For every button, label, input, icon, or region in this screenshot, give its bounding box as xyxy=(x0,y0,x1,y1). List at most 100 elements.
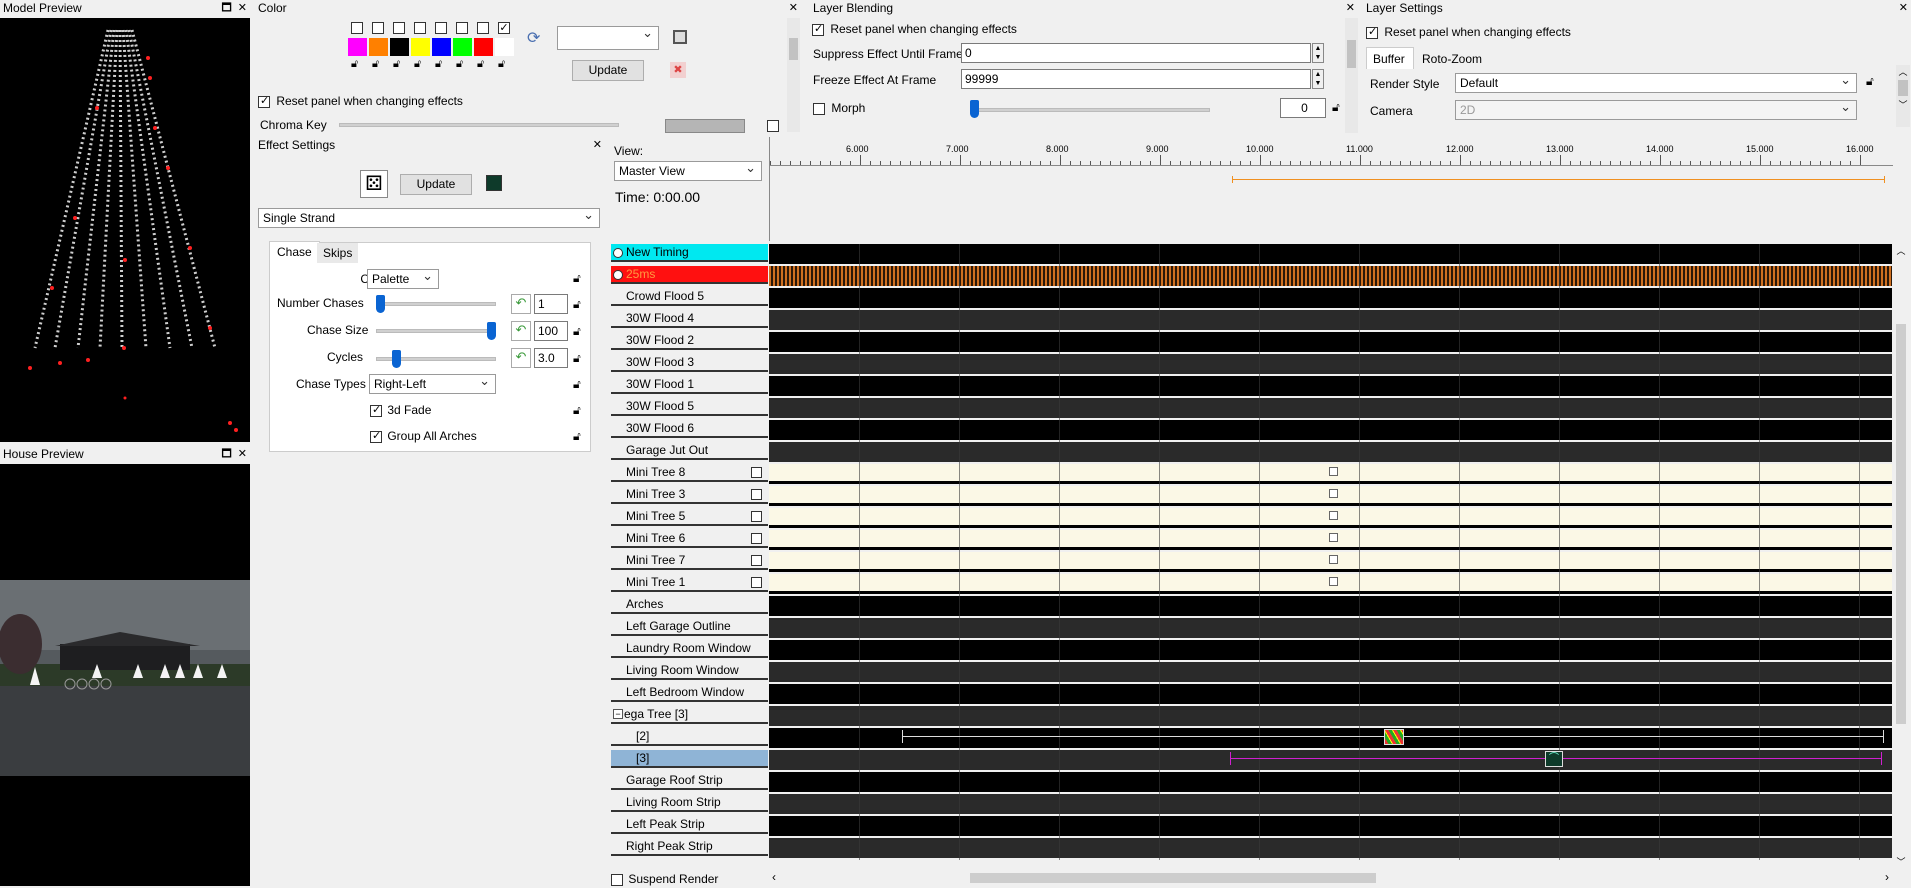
row-label[interactable]: 30W Flood 2 xyxy=(611,332,768,350)
row-effect-lane[interactable] xyxy=(769,420,1892,440)
timeline-horizontal-scrollbar[interactable]: ‹ › xyxy=(769,870,1892,886)
row-effect-lane[interactable] xyxy=(769,310,1892,330)
row-effect-lane[interactable] xyxy=(769,442,1892,462)
house-preview-canvas[interactable] xyxy=(0,464,250,886)
close-icon[interactable]: ✕ xyxy=(1899,2,1908,14)
timeline-vertical-scrollbar[interactable]: ︿ ﹀ xyxy=(1893,244,1909,868)
row-label[interactable]: Mini Tree 6 xyxy=(611,530,768,548)
row-marker-icon[interactable] xyxy=(1329,467,1338,476)
chase-size-track[interactable] xyxy=(376,329,496,333)
blending-reset-checkbox[interactable] xyxy=(812,22,824,36)
palette-checkbox-4[interactable] xyxy=(414,22,426,34)
chase-types-select[interactable]: Right-Left xyxy=(369,374,496,394)
palette-swatch-6[interactable] xyxy=(453,38,472,56)
timeline-ruler[interactable]: 6.000 7.000 8.000 9.000 10.000 11.000 12.000 13… xyxy=(769,137,1893,241)
row-effect-lane[interactable] xyxy=(769,398,1892,418)
play-range-marker[interactable] xyxy=(1232,176,1885,183)
morph-slider-track[interactable] xyxy=(970,108,1210,112)
row-render-checkbox[interactable] xyxy=(751,489,762,500)
palette-lock-icon[interactable]: 🔓︎ xyxy=(456,58,463,71)
palette-lock-icon[interactable]: 🔓︎ xyxy=(372,58,379,71)
tab-chase[interactable]: Chase xyxy=(269,241,320,262)
row-effect-lane[interactable] xyxy=(769,706,1892,726)
number-chases-track[interactable] xyxy=(376,302,496,306)
palette-swatch-4[interactable] xyxy=(411,38,430,56)
palette-lock-icon[interactable]: 🔓︎ xyxy=(435,58,442,71)
model-preview-canvas[interactable] xyxy=(0,18,250,442)
row-label[interactable]: 30W Flood 3 xyxy=(611,354,768,372)
number-chases-thumb[interactable] xyxy=(376,295,385,313)
chase-size-thumb[interactable] xyxy=(487,322,496,340)
row-label[interactable]: Mini Tree 5 xyxy=(611,508,768,526)
palette-swatch-8[interactable] xyxy=(495,38,514,56)
close-icon[interactable]: ✕ xyxy=(789,2,798,14)
chroma-checkbox[interactable] xyxy=(767,120,779,132)
single-strand-effect-icon[interactable] xyxy=(1384,729,1404,745)
tab-buffer[interactable]: Buffer xyxy=(1366,47,1414,69)
morph-checkbox[interactable] xyxy=(813,102,825,115)
row-effect-lane[interactable] xyxy=(769,288,1892,308)
palette-lock-icon[interactable]: 🔓︎ xyxy=(414,58,421,71)
maximize-icon[interactable]: 🗖 xyxy=(221,448,231,460)
refresh-palette-icon[interactable]: ⟳ xyxy=(527,28,540,48)
color-update-button[interactable]: Update xyxy=(572,60,644,81)
row-label[interactable]: Left Garage Outline xyxy=(611,618,768,636)
row-marker-icon[interactable] xyxy=(1329,489,1338,498)
palette-checkbox-2[interactable] xyxy=(372,22,384,34)
row-effect-lane[interactable] xyxy=(769,772,1892,792)
palette-lock-icon[interactable]: 🔓︎ xyxy=(477,58,484,71)
palette-checkbox-3[interactable] xyxy=(393,22,405,34)
freeze-input[interactable]: 99999 xyxy=(961,69,1311,89)
color-scrollbar[interactable] xyxy=(787,18,800,132)
chase-size-vc-icon[interactable]: ↶ xyxy=(511,321,531,341)
cycles-input[interactable]: 3.0 xyxy=(534,348,568,368)
morph-value-input[interactable]: 0 xyxy=(1280,98,1326,118)
colors-select[interactable]: Palette xyxy=(367,269,439,289)
row-effect-lane[interactable] xyxy=(769,332,1892,352)
row-label[interactable]: 30W Flood 5 xyxy=(611,398,768,416)
row-label[interactable]: Left Peak Strip xyxy=(611,816,768,834)
row-label[interactable]: Mini Tree 3 xyxy=(611,486,768,504)
settings-scrollbar[interactable]: ︿ ﹀ xyxy=(1896,65,1910,127)
close-icon[interactable]: ✕ xyxy=(238,448,247,460)
chroma-slider-track[interactable] xyxy=(339,123,619,127)
row-effect-lane[interactable] xyxy=(769,640,1892,660)
timing-radio-icon[interactable] xyxy=(613,248,623,258)
row-label[interactable]: Garage Roof Strip xyxy=(611,772,768,790)
row-render-checkbox[interactable] xyxy=(751,577,762,588)
row-effect-lane[interactable] xyxy=(769,244,1892,264)
row-effect-lane[interactable] xyxy=(769,750,1892,770)
group-arches-lock-icon[interactable]: 🔓︎ xyxy=(573,429,581,444)
row-effect-lane[interactable] xyxy=(769,596,1892,616)
row-label[interactable]: 25ms xyxy=(611,266,768,284)
tab-roto-zoom[interactable]: Roto-Zoom xyxy=(1416,49,1488,69)
palette-swatch-1[interactable] xyxy=(348,38,367,56)
group-arches-checkbox[interactable] xyxy=(370,429,382,443)
row-label[interactable]: Left Bedroom Window xyxy=(611,684,768,702)
row-effect-lane[interactable] xyxy=(769,684,1892,704)
row-effect-lane[interactable] xyxy=(769,354,1892,374)
render-style-select[interactable]: Default xyxy=(1455,73,1857,93)
row-marker-icon[interactable] xyxy=(1329,577,1338,586)
save-palette-icon[interactable] xyxy=(673,30,687,44)
row-label[interactable]: Arches xyxy=(611,596,768,614)
row-effect-lane[interactable] xyxy=(769,728,1892,748)
color-reset-checkbox[interactable] xyxy=(258,94,270,108)
row-effect-lane[interactable] xyxy=(769,618,1892,638)
row-effect-lane[interactable] xyxy=(769,662,1892,682)
cycles-lock-icon[interactable]: 🔓︎ xyxy=(573,351,581,366)
tab-skips[interactable]: Skips xyxy=(317,243,359,263)
palette-checkbox-8[interactable]: ✓ xyxy=(498,22,510,34)
row-marker-icon[interactable] xyxy=(1329,533,1338,542)
palette-lock-icon[interactable]: 🔓︎ xyxy=(351,58,358,71)
row-render-checkbox[interactable] xyxy=(751,467,762,478)
chase-size-lock-icon[interactable]: 🔓︎ xyxy=(573,324,581,339)
row-effect-lane[interactable] xyxy=(769,838,1892,858)
row-effect-lane[interactable] xyxy=(769,794,1892,814)
palette-swatch-2[interactable] xyxy=(369,38,388,56)
row-label[interactable]: New Timing xyxy=(611,244,768,262)
row-render-checkbox[interactable] xyxy=(751,555,762,566)
palette-checkbox-1[interactable] xyxy=(351,22,363,34)
collapse-group-icon[interactable]: − xyxy=(613,709,623,719)
render-style-lock-icon[interactable]: 🔓︎ xyxy=(1866,74,1874,89)
